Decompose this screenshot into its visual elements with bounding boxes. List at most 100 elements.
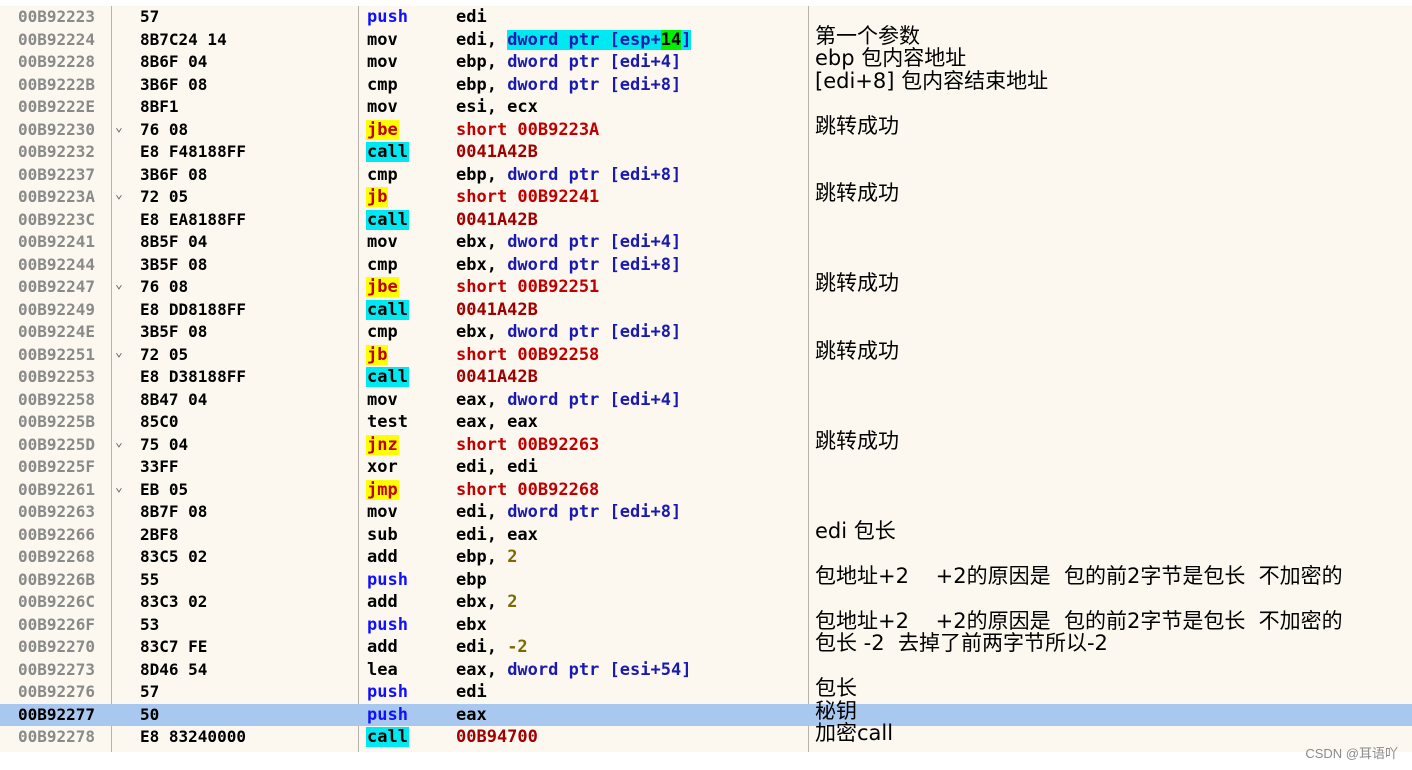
instruction-row[interactable]: 00B9222E 8BF1 mov esi, ecx (0, 96, 1412, 119)
opcode-bytes: 33FF (140, 457, 179, 476)
instruction-row[interactable]: 00B9222B 3B6F 08 cmp ebp, dword ptr [edi+8]… (0, 69, 1412, 97)
instruction-address: 00B9226B (18, 569, 96, 589)
instruction-address: 00B9226F (18, 614, 96, 634)
mnemonic: call (366, 142, 409, 162)
operand-part: edi, (456, 637, 508, 657)
operands: ebp, dword ptr [edi+8] (456, 75, 681, 95)
instruction-comment: edi 包长 (815, 518, 896, 543)
instruction-comment: 跳转成功 (815, 181, 899, 205)
instruction-row[interactable]: 00B92224 8B7C24 14 mov edi, dword ptr [esp+… (0, 24, 1412, 52)
operands: edi, edi (456, 457, 538, 477)
instruction-row[interactable]: 00B9226F 53 push ebx 包地址+2 +2的原因是 包的前2字节是包长 … (0, 609, 1412, 637)
operand-part: [edi+8] (599, 322, 682, 342)
operand-part: dword ptr (507, 52, 600, 72)
instruction-row[interactable]: 00B92249 E8 DD8188FF call 0041A42B (0, 299, 1412, 322)
instruction-row[interactable]: 00B92228 8B6F 04 mov ebp, dword ptr [edi+4]… (0, 46, 1412, 74)
instruction-row[interactable]: 00B92244 3B5F 08 cmp ebx, dword ptr [edi+8] (0, 254, 1412, 277)
mnemonic: mov (367, 52, 398, 72)
operand-part: edi, (456, 29, 508, 50)
operand-part: dword ptr (507, 164, 600, 185)
operands: short 00B92251 (456, 277, 599, 297)
instruction-row[interactable]: 00B92258 8B47 04 mov eax, dword ptr [edi+4] (0, 389, 1412, 412)
disassembly-view[interactable]: 00B92223 57 push edi 00B92224 8B7C24 14 mov edi… (0, 6, 1412, 752)
instruction-comment: 跳转成功 (815, 428, 899, 453)
instruction-comment: 包地址+2 +2的原因是 包的前2字节是包长 不加密的 (815, 563, 1343, 588)
opcode-bytes: 3B5F 08 (140, 322, 208, 341)
instruction-row[interactable]: 00B92247 ⌄ 76 08 jbe short 00B92251 跳转成功 (0, 271, 1412, 299)
instruction-row[interactable]: 00B92253 E8 D38188FF call 0041A42B (0, 366, 1412, 389)
operand-part: [edi+4] (599, 232, 682, 252)
operands: short 00B92241 (456, 187, 599, 207)
instruction-row[interactable]: 00B92278 E8 83240000 call 00B94700 加密call (0, 721, 1412, 749)
instruction-address: 00B92266 (18, 524, 96, 544)
instruction-row[interactable]: 00B92237 3B6F 08 cmp ebp, dword ptr [edi+8] (0, 164, 1412, 187)
instruction-address: 00B9225B (18, 412, 96, 431)
opcode-bytes: 2BF8 (140, 524, 179, 544)
instruction-address: 00B92253 (18, 367, 96, 386)
operands: ebx (456, 615, 487, 635)
mnemonic: push (367, 682, 408, 702)
operand-part: short 00B92268 (456, 479, 600, 500)
operands: edi (456, 7, 487, 27)
operands: short 00B92263 (456, 435, 599, 455)
operands: ebp (456, 570, 487, 590)
operand-part: esi, ecx (456, 97, 538, 117)
mnemonic: cmp (367, 254, 398, 275)
opcode-bytes: 57 (140, 682, 160, 701)
instruction-row[interactable]: 00B9225F 33FF xor edi, edi (0, 456, 1412, 479)
operand-part: eax, eax (456, 412, 538, 432)
instruction-address: 00B92270 (18, 637, 96, 656)
selected-instruction-row[interactable]: 00B92277 50 push eax 秘钥 (0, 699, 1412, 726)
instruction-row[interactable]: 00B9225D ⌄ 75 04 jnz short 00B92263 跳转成功 (0, 429, 1412, 457)
instruction-row[interactable]: 00B92251 ⌄ 72 05 jb short 00B92258 跳转成功 (0, 339, 1412, 367)
operand-part: [edi+8] (599, 164, 682, 185)
instruction-row[interactable]: 00B92223 57 push edi (0, 6, 1412, 29)
operands: edi, -2 (456, 637, 528, 657)
operands: ebp, dword ptr [edi+8] (456, 165, 681, 185)
instruction-address: 00B9226C (18, 592, 96, 611)
operand-part: 0041A42B (456, 209, 538, 230)
instruction-row[interactable]: 00B9224E 3B5F 08 cmp ebx, dword ptr [edi+8] (0, 321, 1412, 344)
mnemonic: call (366, 209, 409, 230)
operands: 0041A42B (456, 142, 538, 162)
operand-part: -2 (507, 637, 528, 657)
operand-part: ebx, (456, 592, 508, 612)
instruction-comment: 跳转成功 (815, 271, 899, 295)
mnemonic: call (366, 367, 409, 387)
instruction-address: 00B92251 (18, 344, 96, 364)
mnemonic: push (367, 569, 408, 590)
instruction-address: 00B9225D (18, 434, 96, 454)
instruction-row[interactable]: 00B9223A ⌄ 72 05 jb short 00B92241 跳转成功 (0, 181, 1412, 209)
operand-part: [esi+54] (599, 659, 692, 680)
operand-part: dword ptr (507, 389, 600, 410)
instruction-row[interactable]: 00B92241 8B5F 04 mov ebx, dword ptr [edi+4] (0, 231, 1412, 254)
operand-part: ebp (456, 569, 487, 590)
operand-part: [edi+8] (599, 502, 682, 522)
instruction-row[interactable]: 00B92270 83C7 FE add edi, -2 包长 -2 去掉了前两字节所以… (0, 631, 1412, 659)
mnemonic: cmp (367, 322, 398, 342)
instruction-row[interactable]: 00B92266 2BF8 sub edi, eax edi 包长 (0, 519, 1412, 547)
operand-part: eax (456, 704, 487, 725)
instruction-row[interactable]: 00B92263 8B7F 08 mov edi, dword ptr [edi+8] (0, 501, 1412, 524)
instruction-address: 00B92261 (18, 479, 96, 499)
instruction-row[interactable]: 00B92232 E8 F48188FF call 0041A42B (0, 141, 1412, 164)
operand-part: 2 (507, 592, 518, 612)
instruction-row[interactable]: 00B9223C E8 EA8188FF call 0041A42B (0, 209, 1412, 232)
instruction-address: 00B92278 (18, 727, 96, 746)
opcode-bytes: 76 08 (140, 119, 189, 139)
instruction-address: 00B92230 (18, 119, 96, 139)
instruction-row[interactable]: 00B92230 ⌄ 76 08 jbe short 00B9223A 跳转成功 (0, 114, 1412, 142)
instruction-comment: [edi+8] 包内容结束地址 (815, 68, 1049, 93)
instruction-row[interactable]: 00B92261 ⌄ EB 05 jmp short 00B92268 (0, 479, 1412, 502)
opcode-bytes: 8D46 54 (140, 659, 208, 679)
instruction-row[interactable]: 00B92276 57 push edi 包长 (0, 676, 1412, 704)
instruction-row[interactable]: 00B92273 8D46 54 lea eax, dword ptr [esi+54… (0, 659, 1412, 682)
instruction-address: 00B92247 (18, 277, 96, 296)
mnemonic: push (367, 704, 408, 725)
instruction-row[interactable]: 00B9225B 85C0 test eax, eax (0, 411, 1412, 434)
jump-arrow-icon: ⌄ (115, 434, 123, 450)
operand-part: dword ptr (507, 232, 600, 252)
opcode-bytes: 8B47 04 (140, 389, 208, 409)
instruction-row[interactable]: 00B9226B 55 push ebp 包地址+2 +2的原因是 包的前2字节是包长 … (0, 564, 1412, 592)
instruction-address: 00B92232 (18, 142, 96, 161)
